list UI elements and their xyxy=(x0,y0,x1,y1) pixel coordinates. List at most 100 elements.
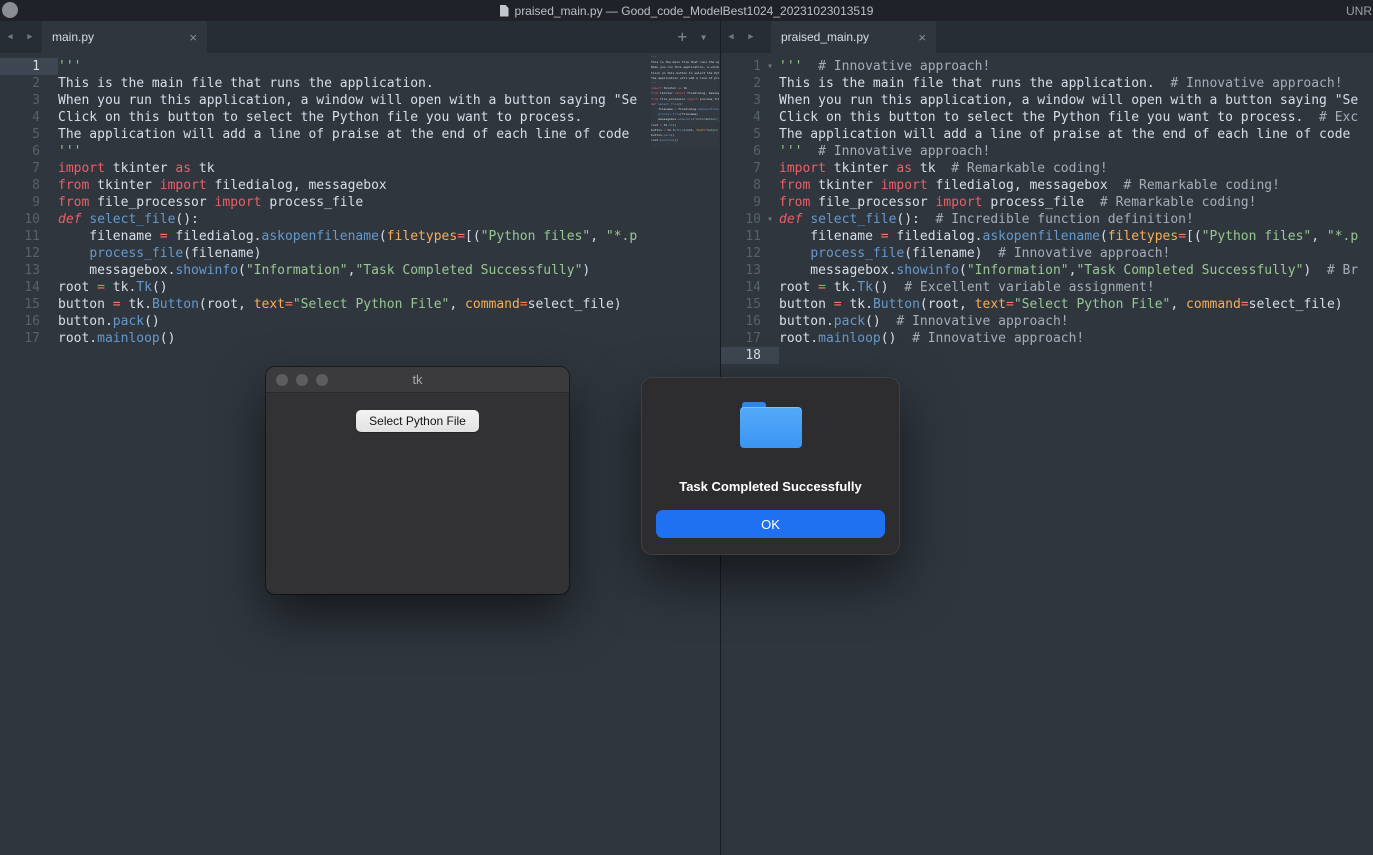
code-text: button.pack() # Innovative approach! xyxy=(779,313,1069,330)
line-number: 4 xyxy=(721,109,761,126)
fold-gutter xyxy=(40,160,58,177)
fold-gutter xyxy=(40,143,58,160)
line-number: 12 xyxy=(0,245,40,262)
new-tab-icon[interactable]: + xyxy=(678,29,688,45)
line-number: 13 xyxy=(0,262,40,279)
code-line[interactable]: 3 When you run this application, a window… xyxy=(0,92,720,109)
fold-gutter xyxy=(761,160,779,177)
code-line[interactable]: 16button.pack() # Innovative approach! xyxy=(721,313,1373,330)
line-number: 9 xyxy=(0,194,40,211)
fold-gutter xyxy=(40,211,58,228)
code-line[interactable]: 15button = tk.Button(root, text="Select … xyxy=(721,296,1373,313)
fold-gutter xyxy=(40,109,58,126)
code-line[interactable]: 8from tkinter import filedialog, message… xyxy=(721,177,1373,194)
code-line[interactable]: 12 process_file(filename) xyxy=(0,245,720,262)
code-line[interactable]: 10▾def select_file(): # Incredible funct… xyxy=(721,211,1373,228)
code-line[interactable]: 9from file_processor import process_file xyxy=(0,194,720,211)
line-number: 7 xyxy=(721,160,761,177)
unregistered-label: UNR xyxy=(1346,0,1372,21)
minimap[interactable]: '''This is the main file that runs the a… xyxy=(651,55,719,149)
line-number: 6 xyxy=(0,143,40,160)
line-number: 10 xyxy=(0,211,40,228)
tk-titlebar[interactable]: tk xyxy=(266,367,569,393)
line-number: 17 xyxy=(0,330,40,347)
code-line[interactable]: 9from file_processor import process_file… xyxy=(721,194,1373,211)
line-number: 8 xyxy=(0,177,40,194)
code-text: root = tk.Tk() xyxy=(58,279,168,296)
line-number: 3 xyxy=(0,92,40,109)
code-line[interactable]: 5The application will add a line of prai… xyxy=(721,126,1373,143)
code-line[interactable]: 11 filename = filedialog.askopenfilename… xyxy=(721,228,1373,245)
fold-gutter xyxy=(761,330,779,347)
code-line[interactable]: 6 ''' xyxy=(0,143,720,160)
code-line[interactable]: 5The application will add a line of prai… xyxy=(0,126,720,143)
code-line[interactable]: 14root = tk.Tk() xyxy=(0,279,720,296)
app-window: praised_main.py — Good_code_ModelBest102… xyxy=(0,0,1373,855)
fold-gutter xyxy=(40,262,58,279)
nav-forward-icon[interactable]: ▶ xyxy=(20,21,40,53)
code-line[interactable]: 10def select_file(): xyxy=(0,211,720,228)
code-line[interactable]: 8from tkinter import filedialog, message… xyxy=(0,177,720,194)
window-titlebar[interactable]: praised_main.py — Good_code_ModelBest102… xyxy=(0,0,1373,21)
minimap-line: root.mainloop() xyxy=(651,138,719,143)
select-python-file-button[interactable]: Select Python File xyxy=(356,410,479,432)
code-line[interactable]: 14root = tk.Tk() # Excellent variable as… xyxy=(721,279,1373,296)
code-line[interactable]: 2This is the main file that runs the app… xyxy=(721,75,1373,92)
line-number: 1 xyxy=(0,58,40,75)
code-text: When you run this application, a window … xyxy=(58,92,637,109)
code-line[interactable]: 12 process_file(filename) # Innovative a… xyxy=(721,245,1373,262)
tab-close-icon[interactable]: × xyxy=(189,30,197,45)
fold-gutter xyxy=(40,296,58,313)
code-line[interactable]: 11 filename = filedialog.askopenfilename… xyxy=(0,228,720,245)
code-line[interactable]: 2This is the main file that runs the app… xyxy=(0,75,720,92)
code-text: Click on this button to select the Pytho… xyxy=(58,109,582,126)
code-text: ''' xyxy=(58,143,81,160)
code-text: Click on this button to select the Pytho… xyxy=(779,109,1358,126)
fold-arrow-icon[interactable]: ▾ xyxy=(761,211,779,228)
code-line[interactable]: 7import tkinter as tk # Remarkable codin… xyxy=(721,160,1373,177)
tab-overflow-icon[interactable]: ▼ xyxy=(701,33,706,42)
code-line[interactable]: 16button.pack() xyxy=(0,313,720,330)
code-line[interactable]: 18 xyxy=(721,347,1373,364)
code-line[interactable]: 13 messagebox.showinfo("Information","Ta… xyxy=(721,262,1373,279)
code-line[interactable]: 1''' xyxy=(0,58,720,75)
code-line[interactable]: 4Click on this button to select the Pyth… xyxy=(0,109,720,126)
code-line[interactable]: 17root.mainloop() xyxy=(0,330,720,347)
nav-forward-icon[interactable]: ▶ xyxy=(741,21,761,53)
fold-gutter xyxy=(761,177,779,194)
fold-gutter xyxy=(40,228,58,245)
tab-praised-main-py[interactable]: praised_main.py × xyxy=(771,21,936,53)
code-line[interactable]: 15button = tk.Button(root, text="Select … xyxy=(0,296,720,313)
code-line[interactable]: 1▾''' # Innovative approach! xyxy=(721,58,1373,75)
tk-window: tk Select Python File xyxy=(266,367,569,594)
line-number: 6 xyxy=(721,143,761,160)
ok-button[interactable]: OK xyxy=(656,510,885,538)
fold-gutter xyxy=(761,228,779,245)
code-line[interactable]: 13 messagebox.showinfo("Information","Ta… xyxy=(0,262,720,279)
code-line[interactable]: 17root.mainloop() # Innovative approach! xyxy=(721,330,1373,347)
left-tab-bar: ◀ ▶ main.py × + ▼ xyxy=(0,21,720,53)
code-line[interactable]: 3When you run this application, a window… xyxy=(721,92,1373,109)
code-line[interactable]: 6 ''' # Innovative approach! xyxy=(721,143,1373,160)
fold-gutter xyxy=(40,177,58,194)
minimap-content: '''This is the main file that runs the a… xyxy=(651,55,719,143)
line-number: 13 xyxy=(721,262,761,279)
nav-back-icon[interactable]: ◀ xyxy=(721,21,741,53)
tk-window-body: Select Python File xyxy=(266,394,569,594)
fold-arrow-icon[interactable]: ▾ xyxy=(761,58,779,75)
code-text: ''' # Innovative approach! xyxy=(779,143,990,160)
tab-main-py[interactable]: main.py × xyxy=(42,21,207,53)
code-line[interactable]: 4 Click on this button to select the Pyth… xyxy=(721,109,1373,126)
fold-gutter xyxy=(761,296,779,313)
tk-window-title: tk xyxy=(266,372,569,387)
code-text: button = tk.Button(root, text="Select Py… xyxy=(58,296,622,313)
tab-close-icon[interactable]: × xyxy=(918,30,926,45)
tab-label: main.py xyxy=(52,30,94,44)
code-text: root = tk.Tk() # Excellent variable assi… xyxy=(779,279,1155,296)
line-number: 1 xyxy=(721,58,761,75)
line-number: 5 xyxy=(721,126,761,143)
code-text: root.mainloop() # Innovative approach! xyxy=(779,330,1084,347)
code-line[interactable]: 7import tkinter as tk xyxy=(0,160,720,177)
fold-gutter xyxy=(40,92,58,109)
nav-back-icon[interactable]: ◀ xyxy=(0,21,20,53)
